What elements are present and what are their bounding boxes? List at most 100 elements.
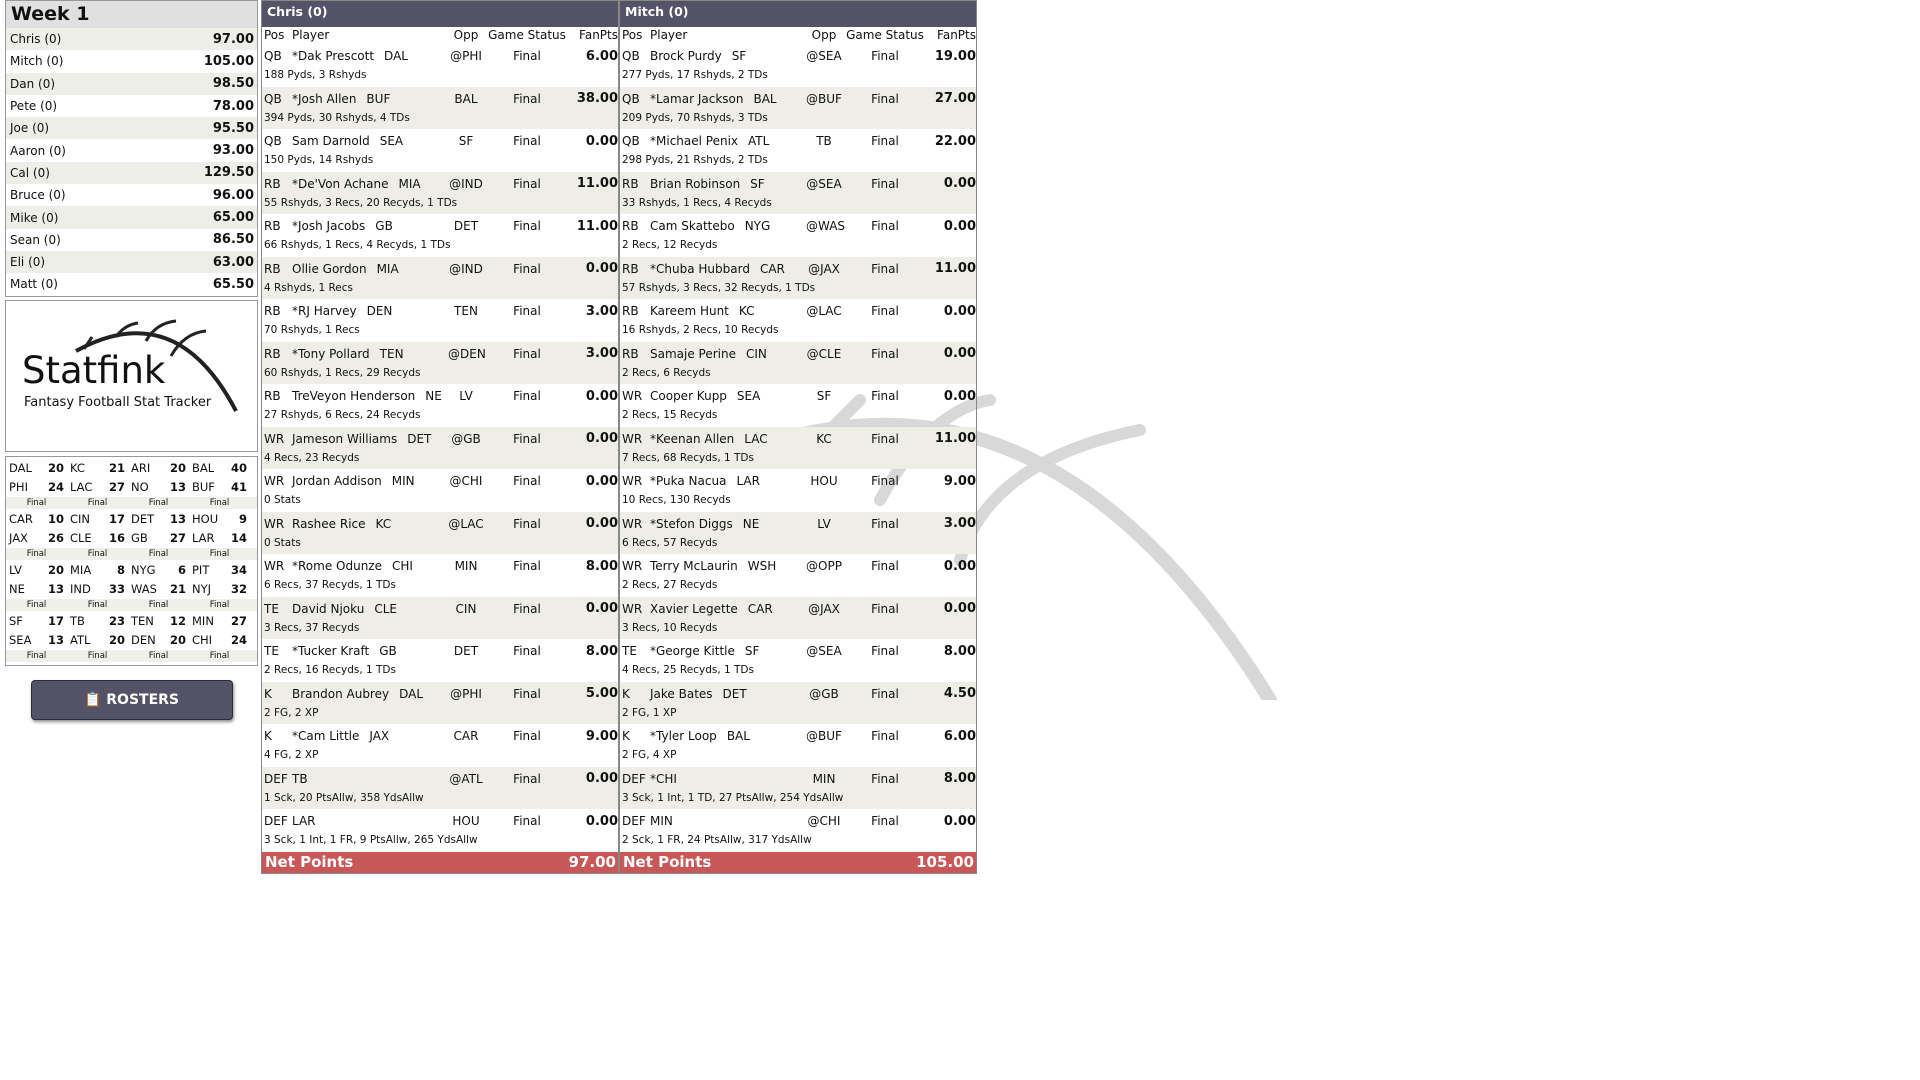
game-away[interactable]: LV 20 — [6, 563, 67, 577]
player-row[interactable]: QB *Josh Allen BUF BAL Final 38.00 394 Pyds, 3… — [262, 86, 618, 129]
player-name[interactable]: TreVeyon Henderson — [292, 389, 415, 403]
player-name[interactable]: *George Kittle — [650, 644, 735, 658]
player-name[interactable]: Cooper Kupp — [650, 389, 727, 403]
game-home[interactable]: IND 33 — [67, 582, 128, 596]
standings-row[interactable]: Matt (0) 65.50 — [6, 273, 257, 295]
player-name[interactable]: Brandon Aubrey — [292, 687, 389, 701]
game-away[interactable]: CIN 17 — [67, 512, 128, 526]
player-row[interactable]: WR Cooper Kupp SEA SF Final 0.00 2 Recs, 15 Re… — [620, 384, 976, 427]
player-row[interactable]: TE *Tucker Kraft GB DET Final 8.00 2 Recs, 16 … — [262, 639, 618, 682]
player-name[interactable]: David Njoku — [292, 602, 364, 616]
player-name[interactable]: *Cam Little — [292, 729, 359, 743]
player-row[interactable]: DEF LAR HOU Final 0.00 3 Sck, 1 Int, 1 FR, 9 … — [262, 809, 618, 852]
game-away[interactable]: TEN 12 — [128, 614, 189, 628]
player-name[interactable]: *Josh Jacobs — [292, 219, 365, 233]
player-row[interactable]: WR *Puka Nacua LAR HOU Final 9.00 10 Recs, 130… — [620, 469, 976, 512]
game-home[interactable]: WAS 21 — [128, 582, 189, 596]
standings-row[interactable]: Chris (0) 97.00 — [6, 28, 257, 51]
player-row[interactable]: RB Kareem Hunt KC @LAC Final 0.00 16 Rshyds, 2… — [620, 299, 976, 342]
player-row[interactable]: RB *Josh Jacobs GB DET Final 11.00 66 Rshyds, … — [262, 214, 618, 257]
game-home[interactable]: CHI 24 — [189, 633, 250, 647]
player-name[interactable]: Xavier Legette — [650, 602, 738, 616]
player-row[interactable]: QB Sam Darnold SEA SF Final 0.00 150 Pyds, 14 … — [262, 129, 618, 172]
player-row[interactable]: RB *RJ Harvey DEN TEN Final 3.00 70 Rshyds, 1 … — [262, 299, 618, 342]
player-name[interactable]: Cam Skattebo — [650, 219, 735, 233]
player-row[interactable]: RB Brian Robinson SF @SEA Final 0.00 33 Rshyds… — [620, 171, 976, 214]
game-away[interactable]: CAR 10 — [6, 512, 67, 526]
team-title[interactable]: Mitch (0) — [620, 1, 976, 27]
player-name[interactable]: *Keenan Allen — [650, 432, 734, 446]
player-name[interactable]: Jameson Williams — [292, 432, 397, 446]
player-name[interactable]: TB — [292, 772, 308, 786]
game-away[interactable]: ARI 20 — [128, 461, 189, 475]
player-row[interactable]: DEF MIN @CHI Final 0.00 2 Sck, 1 FR, 24 PtsAl… — [620, 809, 976, 852]
game-away[interactable]: BAL 40 — [189, 461, 250, 475]
player-row[interactable]: WR *Rome Odunze CHI MIN Final 8.00 6 Recs, 37 … — [262, 554, 618, 597]
standings-row[interactable]: Sean (0) 86.50 — [6, 229, 257, 251]
player-name[interactable]: *Dak Prescott — [292, 49, 374, 63]
player-name[interactable]: LAR — [292, 814, 316, 828]
player-row[interactable]: K Jake Bates DET @GB Final 4.50 2 FG, 1 XP — [620, 681, 976, 724]
player-row[interactable]: DEF *CHI MIN Final 8.00 3 Sck, 1 Int, 1 TD, 2… — [620, 766, 976, 809]
player-name[interactable]: *Josh Allen — [292, 92, 356, 106]
player-name[interactable]: MIN — [650, 814, 673, 828]
player-name[interactable]: Jordan Addison — [292, 474, 382, 488]
player-name[interactable]: *Tony Pollard — [292, 347, 370, 361]
game-home[interactable]: SEA 13 — [6, 633, 67, 647]
standings-row[interactable]: Cal (0) 129.50 — [6, 161, 257, 185]
player-name[interactable]: Samaje Perine — [650, 347, 736, 361]
game-away[interactable]: SF 17 — [6, 614, 67, 628]
player-row[interactable]: RB TreVeyon Henderson NE LV Final 0.00 27 Rshy… — [262, 384, 618, 427]
standings-row[interactable]: Pete (0) 78.00 — [6, 95, 257, 117]
player-name[interactable]: *Lamar Jackson — [650, 92, 743, 106]
standings-row[interactable]: Dan (0) 98.50 — [6, 72, 257, 95]
player-row[interactable]: WR Terry McLaurin WSH @OPP Final 0.00 2 Recs, … — [620, 554, 976, 597]
player-row[interactable]: RB *De'Von Achane MIA @IND Final 11.00 55 Rshy… — [262, 171, 618, 214]
game-away[interactable]: DAL 20 — [6, 461, 67, 475]
game-away[interactable]: MIN 27 — [189, 614, 250, 628]
game-home[interactable]: LAR 14 — [189, 531, 250, 545]
standings-row[interactable]: Aaron (0) 93.00 — [6, 139, 257, 161]
player-row[interactable]: WR Rashee Rice KC @LAC Final 0.00 0 Stats — [262, 511, 618, 554]
player-row[interactable]: K *Cam Little JAX CAR Final 9.00 4 FG, 2 XP — [262, 724, 618, 767]
player-name[interactable]: Sam Darnold — [292, 134, 370, 148]
game-home[interactable]: BUF 41 — [189, 480, 250, 494]
game-home[interactable]: NE 13 — [6, 582, 67, 596]
player-row[interactable]: QB Brock Purdy SF @SEA Final 19.00 277 Pyds, 1… — [620, 44, 976, 87]
player-name[interactable]: *Michael Penix — [650, 134, 738, 148]
player-row[interactable]: RB Ollie Gordon MIA @IND Final 0.00 4 Rshyds, … — [262, 256, 618, 299]
standings-row[interactable]: Eli (0) 63.00 — [6, 250, 257, 274]
player-name[interactable]: Ollie Gordon — [292, 262, 367, 276]
game-home[interactable]: CLE 16 — [67, 531, 128, 545]
player-row[interactable]: RB Cam Skattebo NYG @WAS Final 0.00 2 Recs, 12… — [620, 214, 976, 257]
game-home[interactable]: NYJ 32 — [189, 582, 250, 596]
game-home[interactable]: ATL 20 — [67, 633, 128, 647]
player-row[interactable]: K Brandon Aubrey DAL @PHI Final 5.00 2 FG, 2 X… — [262, 681, 618, 724]
player-row[interactable]: WR Xavier Legette CAR @JAX Final 0.00 3 Recs, … — [620, 596, 976, 639]
player-name[interactable]: *Puka Nacua — [650, 474, 726, 488]
player-name[interactable]: *CHI — [650, 772, 677, 786]
player-row[interactable]: TE *George Kittle SF @SEA Final 8.00 4 Recs, 2… — [620, 639, 976, 682]
standings-row[interactable]: Mike (0) 65.00 — [6, 206, 257, 229]
player-name[interactable]: *Chuba Hubbard — [650, 262, 750, 276]
game-home[interactable]: GB 27 — [128, 531, 189, 545]
player-row[interactable]: WR *Keenan Allen LAC KC Final 11.00 7 Recs, 68… — [620, 426, 976, 469]
game-home[interactable]: JAX 26 — [6, 531, 67, 545]
player-name[interactable]: Brock Purdy — [650, 49, 722, 63]
player-name[interactable]: Kareem Hunt — [650, 304, 729, 318]
player-name[interactable]: *Tyler Loop — [650, 729, 717, 743]
player-row[interactable]: QB *Dak Prescott DAL @PHI Final 6.00 188 Pyds,… — [262, 44, 618, 87]
game-home[interactable]: DEN 20 — [128, 633, 189, 647]
player-row[interactable]: TE David Njoku CLE CIN Final 0.00 3 Recs, 37 R… — [262, 596, 618, 639]
player-name[interactable]: *Tucker Kraft — [292, 644, 369, 658]
player-name[interactable]: Terry McLaurin — [650, 559, 738, 573]
player-row[interactable]: RB Samaje Perine CIN @CLE Final 0.00 2 Recs, 6… — [620, 341, 976, 384]
player-row[interactable]: WR Jordan Addison MIN @CHI Final 0.00 0 Stats — [262, 469, 618, 512]
game-home[interactable]: LAC 27 — [67, 480, 128, 494]
game-away[interactable]: TB 23 — [67, 614, 128, 628]
game-away[interactable]: HOU 9 — [189, 512, 250, 526]
rosters-button[interactable]: 📋 ROSTERS — [30, 679, 233, 720]
player-row[interactable]: RB *Chuba Hubbard CAR @JAX Final 11.00 57 Rshy… — [620, 256, 976, 299]
standings-row[interactable]: Mitch (0) 105.00 — [6, 50, 257, 72]
player-row[interactable]: RB *Tony Pollard TEN @DEN Final 3.00 60 Rshyds… — [262, 341, 618, 384]
